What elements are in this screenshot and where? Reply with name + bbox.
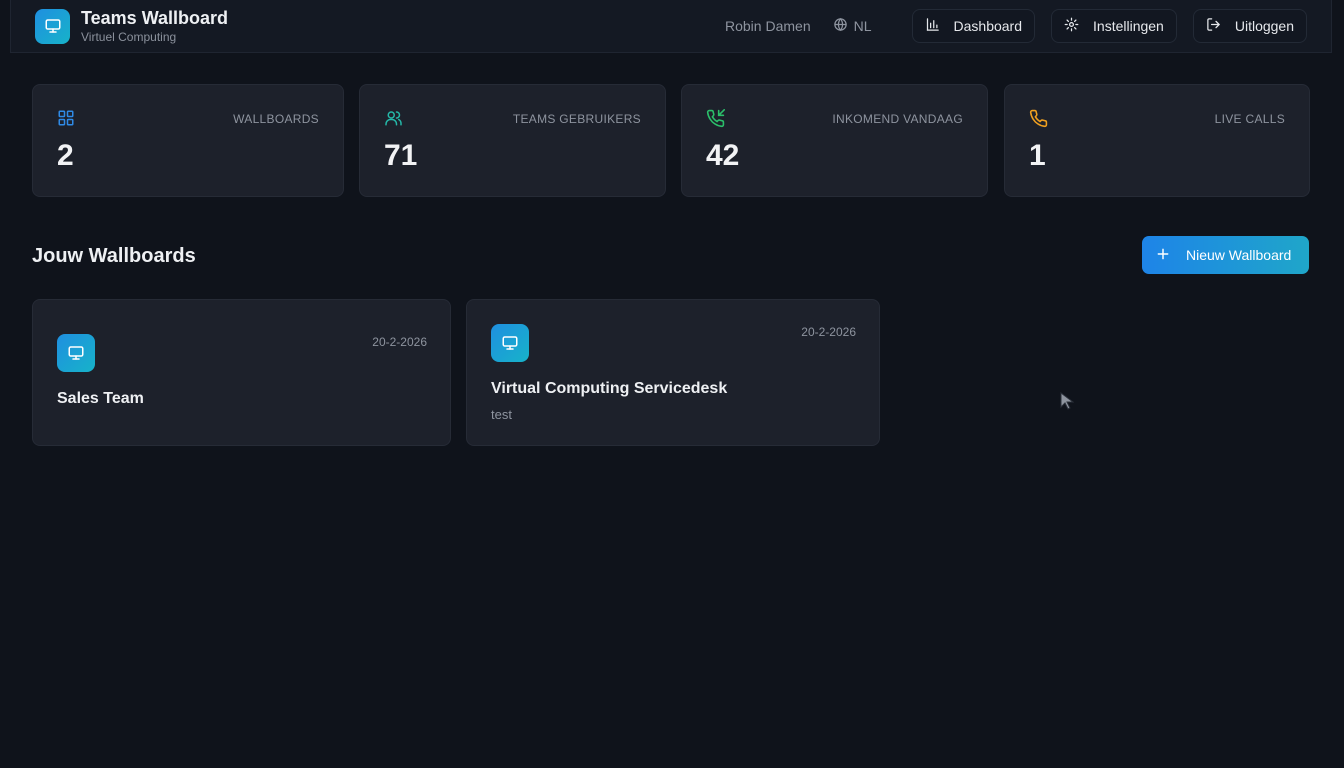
stat-card-live-calls: LIVE CALLS 1 <box>1004 84 1310 197</box>
new-wallboard-button[interactable]: Nieuw Wallboard <box>1142 236 1309 274</box>
grid-icon <box>57 109 75 127</box>
logout-button[interactable]: Uitloggen <box>1192 9 1307 43</box>
stat-label: INKOMEND VANDAAG <box>832 112 963 126</box>
wallboard-card[interactable]: 20-2-2026 Sales Team <box>32 299 451 446</box>
header-actions: Robin Damen NL Dashboard Instellingen Ui… <box>725 9 1307 43</box>
stat-card-incoming-today: INKOMEND VANDAAG 42 <box>681 84 988 197</box>
user-name: Robin Damen <box>725 18 811 34</box>
stat-value: 1 <box>1029 139 1046 172</box>
wallboard-name: Sales Team <box>57 390 144 407</box>
mouse-cursor-icon <box>1060 392 1075 415</box>
stat-value: 71 <box>384 139 418 172</box>
gear-icon <box>1064 17 1079 35</box>
wallboard-name: Virtual Computing Servicedesk <box>491 380 728 397</box>
stat-card-teams-users: TEAMS GEBRUIKERS 71 <box>359 84 666 197</box>
app-subtitle: Virtuel Computing <box>81 30 177 44</box>
dashboard-label: Dashboard <box>953 18 1023 34</box>
monitor-icon <box>57 334 95 372</box>
wallboard-date: 20-2-2026 <box>372 335 427 349</box>
top-header: Teams Wallboard Virtuel Computing Robin … <box>10 0 1332 53</box>
section-title: Jouw Wallboards <box>32 245 196 267</box>
logout-label: Uitloggen <box>1234 18 1294 34</box>
globe-icon <box>833 17 848 35</box>
wallboard-description: test <box>491 407 512 422</box>
phone-icon <box>1029 109 1048 128</box>
stat-value: 42 <box>706 139 740 172</box>
settings-label: Instellingen <box>1093 18 1164 34</box>
logout-icon <box>1206 17 1221 35</box>
settings-button[interactable]: Instellingen <box>1051 9 1177 43</box>
monitor-icon <box>491 324 529 362</box>
stat-label: TEAMS GEBRUIKERS <box>512 112 641 126</box>
phone-incoming-icon <box>706 109 725 128</box>
language-label: NL <box>853 18 872 34</box>
stat-card-wallboards: WALLBOARDS 2 <box>32 84 344 197</box>
new-wallboard-label: Nieuw Wallboard <box>1186 247 1292 263</box>
stat-value: 2 <box>57 139 74 172</box>
language-switcher[interactable]: NL <box>833 17 872 35</box>
dashboard-button[interactable]: Dashboard <box>911 9 1036 43</box>
plus-icon <box>1156 247 1170 264</box>
stat-label: WALLBOARDS <box>233 112 319 126</box>
stat-label: LIVE CALLS <box>1214 112 1285 126</box>
users-icon <box>384 109 402 127</box>
brand: Teams Wallboard Virtuel Computing <box>81 7 228 45</box>
app-title: Teams Wallboard <box>81 8 229 28</box>
monitor-icon <box>35 8 70 44</box>
stats-row: WALLBOARDS 2 TEAMS GEBRUIKERS 71 INKOMEN… <box>32 84 1310 197</box>
wallboard-card[interactable]: 20-2-2026 Virtual Computing Servicedesk … <box>466 299 880 446</box>
bar-chart-icon <box>925 17 940 35</box>
wallboard-date: 20-2-2026 <box>801 325 856 339</box>
